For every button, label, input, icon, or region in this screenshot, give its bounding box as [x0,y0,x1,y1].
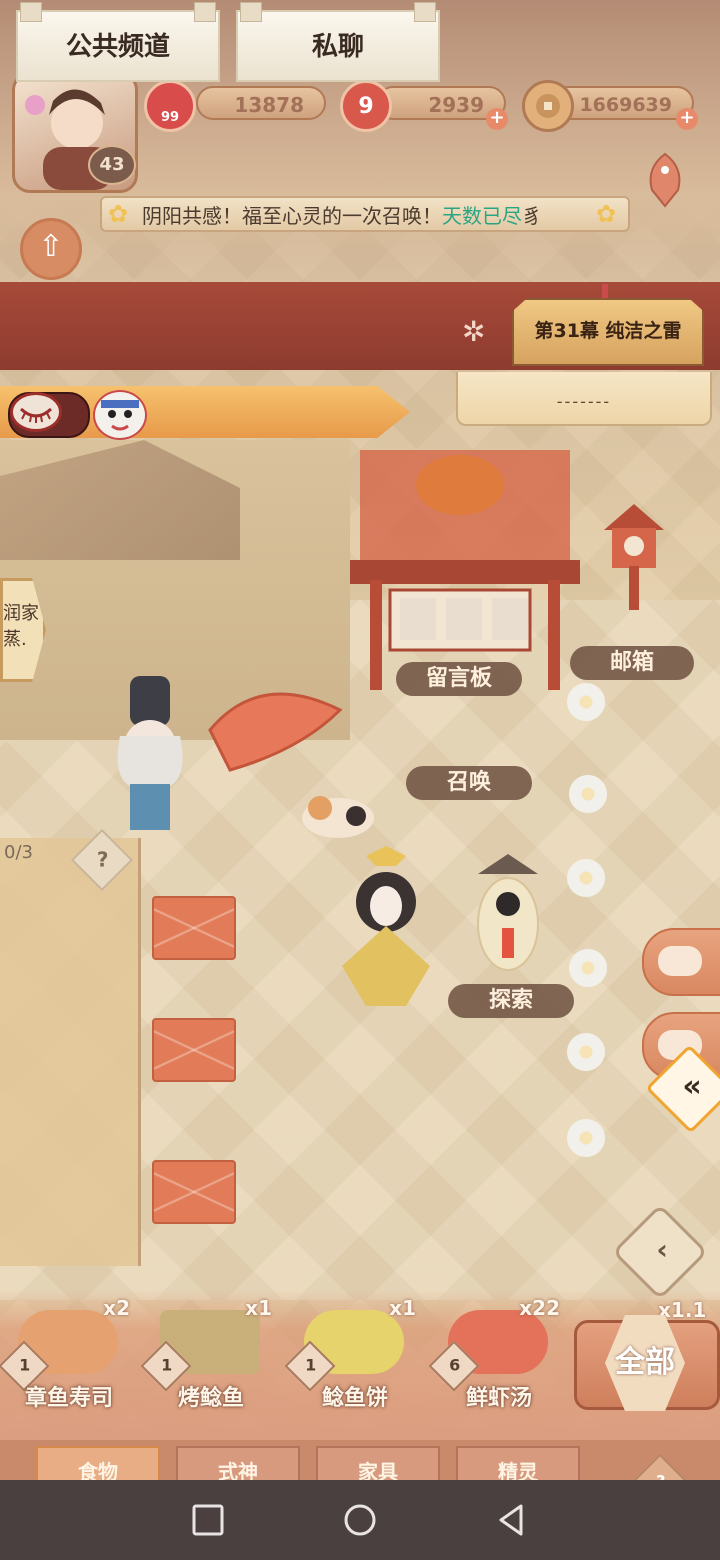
shrimp-decoration [208,692,343,772]
tab-pin [20,2,42,22]
right-flower-icon: ✿ [596,200,617,228]
mailbox-post[interactable] [596,500,672,610]
question-icon: ? [96,847,109,872]
stamina-badge: 9 [358,93,374,119]
player-character[interactable] [326,846,446,1016]
home-icon[interactable] [343,1503,377,1537]
food-count: x1 [245,1296,272,1320]
stamina-add-button[interactable]: + [486,108,508,130]
announcement-highlight: 天数已尽 [442,204,522,228]
coin-icon [522,80,574,132]
envelope-icon[interactable] [152,896,236,960]
food-count: x22 [519,1296,560,1320]
flower-icon [566,946,610,990]
panel-text: ------- [556,392,612,411]
scene-chapter-tag[interactable]: 第31幕 纯洁之雷 [512,298,704,366]
left-sign-text: 润家 蒸. [3,603,39,650]
magatama-icon: 9 [340,80,392,132]
message-board-label[interactable]: 留言板 [396,662,522,696]
tab-pin [414,2,436,22]
daruma-icon[interactable] [93,390,147,440]
food-name: 章鱼寿司 [24,1386,113,1411]
announcement-prefix: 阴阳共感！福至心灵的一次召唤！ [142,204,442,228]
coin-value: 1669639 [579,94,672,116]
announcement-suffix: 豸 [522,204,542,228]
food-item[interactable]: x2 1 章鱼寿司 [0,1296,134,1412]
stamina-value: 2939 [428,93,484,117]
food-count: x1 [389,1296,416,1320]
food-name: 鲜虾汤 [465,1386,532,1411]
mailbox-text: 邮箱 [609,650,654,675]
sakura-icon: ✲ [462,315,486,348]
daruma-face-icon [101,400,139,431]
all-filter-label: 全部 [605,1315,685,1411]
message-board-text: 留言板 [425,666,492,691]
back-icon[interactable] [495,1503,529,1537]
plum-blossom-icon[interactable]: 99 [144,80,196,132]
system-nav-bar [0,1480,720,1560]
tab-private-chat[interactable]: 私聊 [236,2,440,82]
left-flower-icon: ✿ [108,200,129,228]
flower-icon [564,680,608,724]
koi-fish-icon[interactable] [640,150,690,210]
flower-hedge [560,680,620,1160]
player-level-badge: 43 [88,145,136,185]
explore-label[interactable]: 探索 [448,984,574,1018]
all-filter-button[interactable]: 全部 [574,1315,720,1411]
food-level: 1 [305,1355,317,1375]
jade-badge: 99 [160,109,180,125]
flower-icon [564,856,608,900]
food-level: 6 [449,1355,461,1375]
quest-panel [0,838,141,1266]
recent-apps-icon[interactable] [191,1503,225,1537]
coin-add-button[interactable]: + [676,108,698,130]
food-name: 烤鲶鱼 [177,1386,244,1411]
envelope-icon[interactable] [152,1160,236,1224]
food-level: 1 [161,1355,173,1375]
announcement-marquee: 阴阳共感！福至心灵的一次召唤！天数已尽豸 [100,196,630,232]
chat-bubble-icon [658,946,702,976]
coin-square-hole-icon [536,94,560,118]
flower-icon [566,772,610,816]
double-chevron-left-icon: « [682,1068,702,1104]
food-item[interactable]: x1 1 鲶鱼饼 [284,1296,420,1412]
chat-bubble-button[interactable] [642,928,720,996]
food-name: 鲶鱼饼 [321,1386,388,1411]
flower-icon [564,1116,608,1160]
jade-value: 13878 [234,93,304,117]
envelope-icon[interactable] [152,1018,236,1082]
food-item[interactable]: x1 1 烤鲶鱼 [140,1296,276,1412]
chevron-left-icon: ‹ [656,1232,668,1266]
tab-pin [194,2,216,22]
tab-private-label: 私聊 [311,32,364,62]
arrow-up-icon[interactable]: ⇧ [20,218,82,280]
tab-public-channel[interactable]: 公共频道 [16,2,220,82]
explore-text: 探索 [488,988,533,1013]
shrine-building[interactable] [350,430,580,690]
scene-chapter-label: 第31幕 纯洁之雷 [534,320,682,342]
summon-text: 召唤 [446,770,491,795]
tab-public-label: 公共频道 [65,32,170,62]
closed-eye-icon [10,392,62,432]
mailbox-label[interactable]: 邮箱 [570,646,694,680]
food-item[interactable]: x22 6 鲜虾汤 [428,1296,564,1412]
tab-pin [240,2,262,22]
lantern-spirit[interactable] [468,850,548,980]
cat-icon[interactable] [298,786,378,840]
shikigami-character[interactable] [100,676,200,836]
dropdown-panel[interactable]: ------- [456,372,712,426]
food-level: 1 [19,1355,31,1375]
eye-lashes-icon [19,407,53,423]
summon-label[interactable]: 召唤 [406,766,532,800]
quest-progress: 0/3 [4,842,33,863]
jade-counter: 13878 [196,86,326,120]
flower-icon [564,1030,608,1074]
food-count: x2 [103,1296,130,1320]
